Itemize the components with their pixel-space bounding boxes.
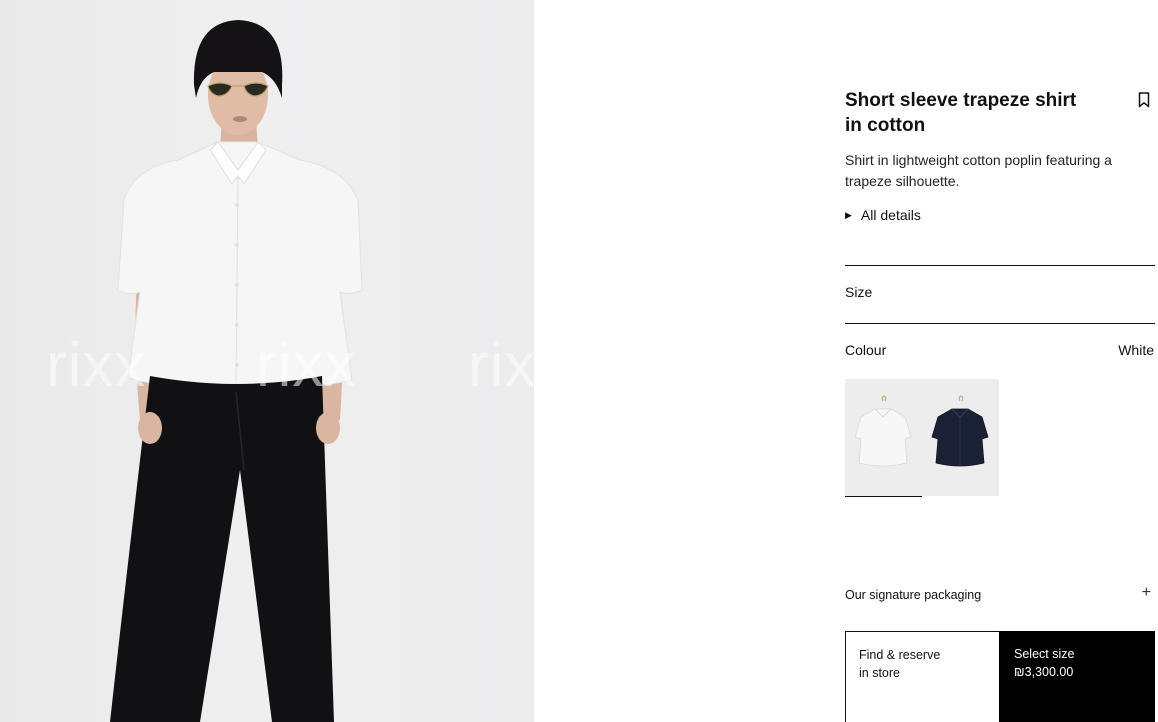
colour-row: Colour White — [845, 342, 1155, 358]
all-details-label: All details — [860, 207, 921, 223]
bookmark-icon[interactable] — [1138, 92, 1150, 108]
price-label: ₪3,300.00 — [1014, 665, 1074, 679]
product-title-line: in cotton — [845, 115, 926, 136]
watermark-text: rixx — [46, 331, 147, 400]
size-label: Size — [845, 284, 873, 300]
find-button-label: in store — [859, 666, 900, 680]
product-info-panel: Short sleeve trapeze shirt in cotton Shi… — [845, 0, 1155, 722]
colour-swatch-navy[interactable] — [922, 379, 999, 496]
colour-label: Colour — [845, 342, 887, 358]
size-selector[interactable]: Size — [845, 284, 1155, 300]
divider — [845, 265, 1155, 266]
product-image[interactable]: rixx rixx rixx — [0, 0, 534, 722]
select-size-label: Select size — [1014, 647, 1075, 661]
find-reserve-in-store-button[interactable]: Find & reserve in store — [845, 631, 1000, 722]
colour-swatch-white[interactable] — [845, 379, 922, 497]
triangle-right-icon: ▶ — [845, 210, 852, 220]
select-size-button[interactable]: Select size ₪3,300.00 — [999, 631, 1155, 722]
description-line: trapeze silhouette. — [845, 173, 960, 189]
watermark-text: rixx — [256, 331, 357, 400]
find-button-label: Find & reserve — [859, 648, 941, 662]
signature-packaging-accordion[interactable]: Our signature packaging + — [845, 584, 1155, 602]
description-line: Shirt in lightweight cotton poplin featu… — [845, 152, 1112, 168]
product-title: Short sleeve trapeze shirt in cotton — [845, 88, 1095, 138]
product-title-line: Short sleeve trapeze shirt — [845, 90, 1077, 111]
all-details-toggle[interactable]: ▶ All details — [845, 207, 921, 223]
plus-icon: + — [1141, 584, 1151, 601]
watermark-text: rixx — [468, 331, 534, 400]
packaging-label: Our signature packaging — [845, 588, 982, 602]
divider — [845, 323, 1155, 324]
colour-selected-value: White — [1118, 342, 1154, 358]
product-description: Shirt in lightweight cotton poplin featu… — [845, 150, 1155, 192]
